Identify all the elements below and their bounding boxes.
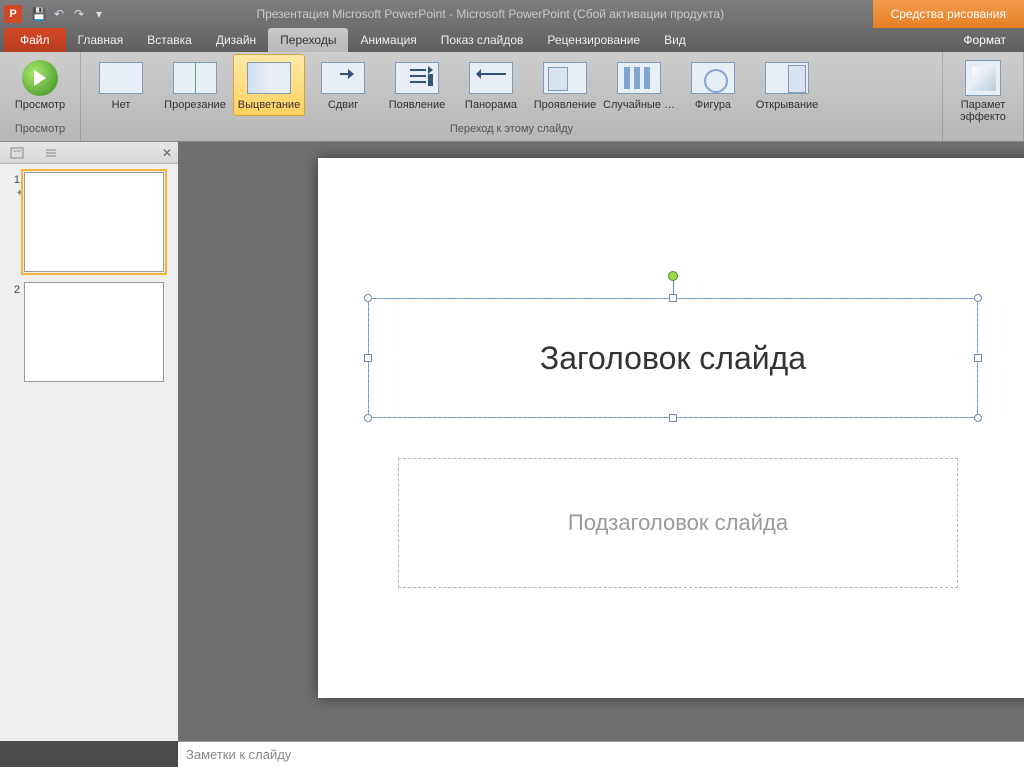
transition-icon — [247, 62, 291, 94]
quick-access-toolbar: 💾 ↶ ↷ ▾ — [30, 5, 108, 23]
slides-tab-icon — [10, 147, 24, 159]
tab-format[interactable]: Формат — [945, 28, 1024, 52]
ribbon-group-effect-options: Парамет эффекто — [943, 52, 1024, 141]
transition-проявление[interactable]: Проявление — [529, 54, 601, 116]
slide-thumb-row: 1✦ — [6, 172, 172, 272]
transition-выцветание[interactable]: Выцветание — [233, 54, 305, 116]
panel-tab-outline[interactable] — [34, 142, 68, 164]
slide-number: 2 — [8, 282, 24, 296]
play-preview-icon — [22, 60, 58, 96]
ribbon-group-preview: Просмотр Просмотр — [0, 52, 81, 141]
effect-options-button[interactable]: Парамет эффекто — [947, 54, 1019, 128]
transition-открывание[interactable]: Открывание — [751, 54, 823, 116]
rotate-handle[interactable] — [668, 271, 678, 281]
tab-animation[interactable]: Анимация — [348, 28, 428, 52]
resize-handle-sw[interactable] — [364, 414, 372, 422]
slide-thumb-row: 2 — [6, 282, 172, 382]
tab-slideshow[interactable]: Показ слайдов — [429, 28, 536, 52]
workspace: ✕ 1✦2 Заголовок слайда — [0, 142, 1024, 741]
slide-canvas[interactable]: Заголовок слайда Подзаголовок слайда — [318, 158, 1024, 698]
transition-icon — [617, 62, 661, 94]
slide-editor[interactable]: Заголовок слайда Подзаголовок слайда — [178, 142, 1024, 741]
transition-icon — [543, 62, 587, 94]
transition-icon — [469, 62, 513, 94]
transition-icon — [395, 62, 439, 94]
panel-tabs: ✕ — [0, 142, 178, 164]
thumbnail-list: 1✦2 — [0, 164, 178, 741]
title-text[interactable]: Заголовок слайда — [540, 340, 806, 377]
title-text-box[interactable]: Заголовок слайда — [368, 298, 978, 418]
tab-file[interactable]: Файл — [4, 28, 66, 52]
transition-icon — [765, 62, 809, 94]
tab-home[interactable]: Главная — [66, 28, 136, 52]
title-bar: P 💾 ↶ ↷ ▾ Презентация Microsoft PowerPoi… — [0, 0, 1024, 28]
transition-появление[interactable]: Появление — [381, 54, 453, 116]
tab-view[interactable]: Вид — [652, 28, 698, 52]
transition-icon — [173, 62, 217, 94]
tab-review[interactable]: Рецензирование — [535, 28, 652, 52]
resize-handle-w[interactable] — [364, 354, 372, 362]
resize-handle-s[interactable] — [669, 414, 677, 422]
notes-placeholder: Заметки к слайду — [186, 747, 291, 762]
transition-icon — [321, 62, 365, 94]
tab-design[interactable]: Дизайн — [204, 28, 268, 52]
slide-thumbnail[interactable] — [24, 282, 164, 382]
notes-pane[interactable]: Заметки к слайду — [178, 741, 1024, 767]
transition-панорама[interactable]: Панорама — [455, 54, 527, 116]
resize-handle-e[interactable] — [974, 354, 982, 362]
transition-сдвиг[interactable]: Сдвиг — [307, 54, 379, 116]
subtitle-text-box[interactable]: Подзаголовок слайда — [398, 458, 958, 588]
effect-options-icon — [965, 60, 1001, 96]
resize-handle-nw[interactable] — [364, 294, 372, 302]
resize-handle-ne[interactable] — [974, 294, 982, 302]
window-title: Презентация Microsoft PowerPoint - Micro… — [108, 7, 873, 21]
ribbon-group-transitions: НетПрорезаниеВыцветаниеСдвигПоявлениеПан… — [81, 52, 943, 141]
transition-нет[interactable]: Нет — [85, 54, 157, 116]
slide-number: 1 — [8, 172, 24, 186]
powerpoint-app-icon: P — [4, 5, 22, 23]
drawing-tools-context-title: Средства рисования — [873, 0, 1024, 28]
undo-icon[interactable]: ↶ — [50, 5, 68, 23]
slide-thumbnail[interactable] — [24, 172, 164, 272]
outline-tab-icon — [44, 147, 58, 159]
redo-icon[interactable]: ↷ — [70, 5, 88, 23]
transition-star-icon: ✦ — [16, 188, 24, 199]
save-icon[interactable]: 💾 — [30, 5, 48, 23]
qat-dropdown-icon[interactable]: ▾ — [90, 5, 108, 23]
transition-прорезание[interactable]: Прорезание — [159, 54, 231, 116]
transition-icon — [99, 62, 143, 94]
slide-thumbnail-panel: ✕ 1✦2 — [0, 142, 178, 741]
subtitle-placeholder[interactable]: Подзаголовок слайда — [568, 510, 788, 536]
tab-insert[interactable]: Вставка — [135, 28, 204, 52]
panel-tab-slides[interactable] — [0, 142, 34, 164]
transition-случайные …[interactable]: Случайные … — [603, 54, 675, 116]
resize-handle-se[interactable] — [974, 414, 982, 422]
tab-transitions[interactable]: Переходы — [268, 28, 348, 52]
transition-icon — [691, 62, 735, 94]
transition-фигура[interactable]: Фигура — [677, 54, 749, 116]
ribbon: Просмотр Просмотр НетПрорезаниеВыцветани… — [0, 52, 1024, 142]
resize-handle-n[interactable] — [669, 294, 677, 302]
panel-close-icon[interactable]: ✕ — [156, 146, 178, 160]
ribbon-tab-row: Файл Главная Вставка Дизайн Переходы Ани… — [0, 28, 1024, 52]
preview-button[interactable]: Просмотр — [4, 54, 76, 116]
